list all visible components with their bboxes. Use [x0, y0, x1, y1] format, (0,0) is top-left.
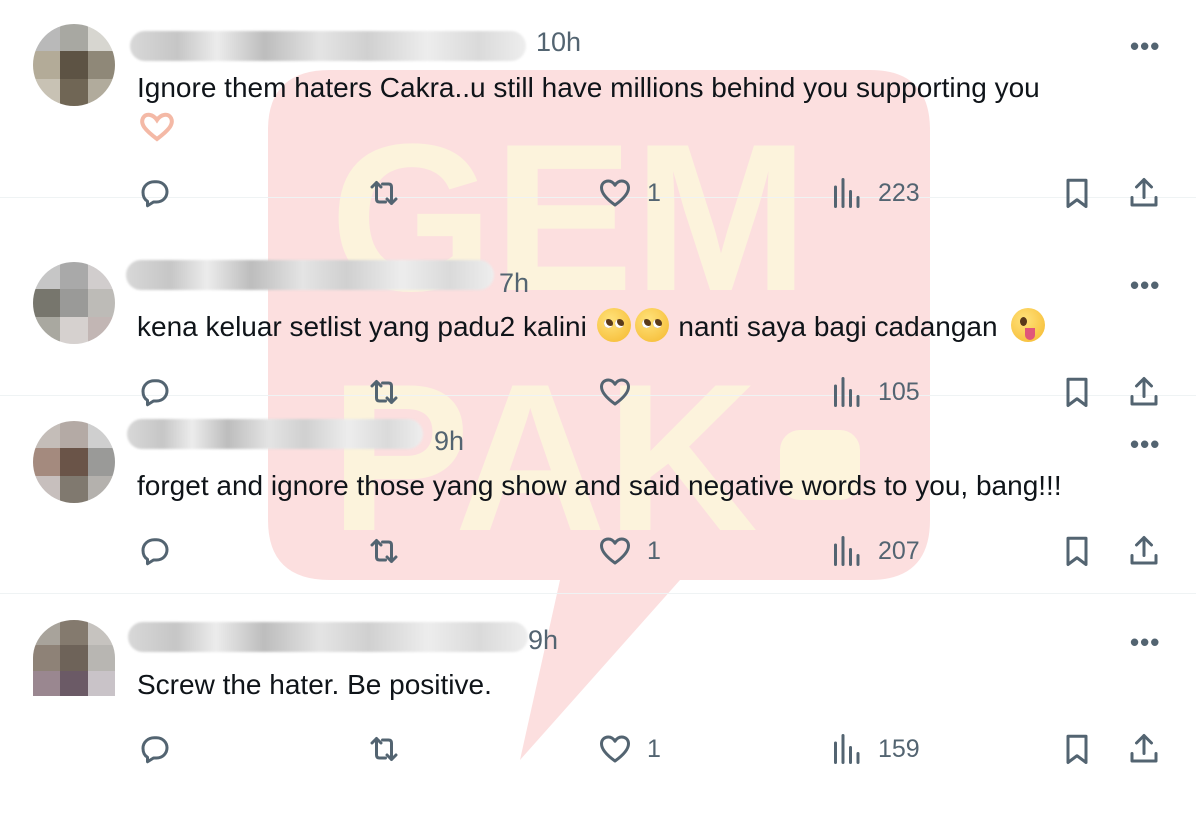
tweet-text-part: nanti saya bagi cadangan	[678, 311, 998, 342]
views-chart-icon	[834, 536, 860, 566]
timestamp[interactable]: 9h	[434, 426, 464, 457]
like-button[interactable]: 1	[597, 531, 661, 571]
share-icon	[1130, 734, 1158, 763]
views-button[interactable]: 159	[828, 729, 920, 769]
blurred-username[interactable]	[128, 622, 528, 652]
view-count: 159	[878, 734, 920, 763]
tweet-text: Screw the hater. Be positive.	[137, 669, 492, 700]
reply-icon	[141, 736, 169, 764]
heart-icon	[600, 537, 630, 565]
retweet-button[interactable]	[366, 531, 402, 571]
heart-icon	[600, 735, 630, 763]
like-button[interactable]: 1	[597, 729, 661, 769]
timestamp[interactable]: 7h	[499, 268, 529, 299]
blurred-username[interactable]	[127, 419, 423, 449]
tweet[interactable]: 9h ••• Screw the hater. Be positive. 1 1…	[0, 594, 1196, 831]
bookmark-icon	[1066, 734, 1088, 764]
reply-button[interactable]	[137, 531, 173, 571]
more-options-icon[interactable]: •••	[1130, 627, 1160, 658]
bookmark-button[interactable]	[1059, 531, 1095, 571]
tweet[interactable]: 10h ••• Ignore them haters Cakra..u stil…	[0, 0, 1196, 208]
tweet-text: Ignore them haters Cakra..u still have m…	[137, 72, 1040, 103]
more-options-icon[interactable]: •••	[1130, 429, 1160, 460]
share-button[interactable]	[1126, 729, 1162, 769]
share-button[interactable]	[1126, 531, 1162, 571]
view-count: 207	[878, 536, 920, 565]
blurred-username[interactable]	[130, 31, 526, 61]
views-chart-icon	[834, 734, 860, 764]
avatar[interactable]	[33, 262, 115, 344]
blurred-username[interactable]	[126, 260, 494, 290]
avatar[interactable]	[33, 421, 115, 503]
like-count: 1	[647, 734, 661, 763]
tweet-text: forget and ignore those yang show and sa…	[137, 470, 1062, 501]
retweet-button[interactable]	[366, 729, 402, 769]
heart-hands-emoji-icon	[140, 112, 174, 142]
zany-face-emoji-icon	[1011, 308, 1046, 342]
pleading-face-emoji-icon	[596, 308, 631, 342]
retweet-icon	[370, 539, 398, 563]
like-count: 1	[647, 536, 661, 565]
avatar[interactable]	[33, 620, 115, 696]
timestamp[interactable]: 9h	[528, 625, 558, 656]
retweet-icon	[370, 737, 398, 761]
avatar[interactable]	[33, 24, 115, 106]
timestamp[interactable]: 10h	[536, 27, 581, 58]
tweet-text-part: kena keluar setlist yang padu2 kalini	[137, 311, 587, 342]
more-options-icon[interactable]: •••	[1130, 31, 1160, 62]
bookmark-icon	[1066, 536, 1088, 566]
views-button[interactable]: 207	[828, 531, 920, 571]
bookmark-button[interactable]	[1059, 729, 1095, 769]
tweet[interactable]: 9h ••• forget and ignore those yang show…	[0, 396, 1196, 594]
reply-icon	[141, 538, 169, 566]
tweet[interactable]: 7h ••• kena keluar setlist yang padu2 ka…	[0, 198, 1196, 407]
pleading-face-emoji-icon	[634, 308, 669, 342]
reply-button[interactable]	[137, 729, 173, 769]
share-icon	[1130, 536, 1158, 565]
tweet-text: kena keluar setlist yang padu2 kalini na…	[137, 308, 1046, 346]
more-options-icon[interactable]: •••	[1130, 270, 1160, 301]
